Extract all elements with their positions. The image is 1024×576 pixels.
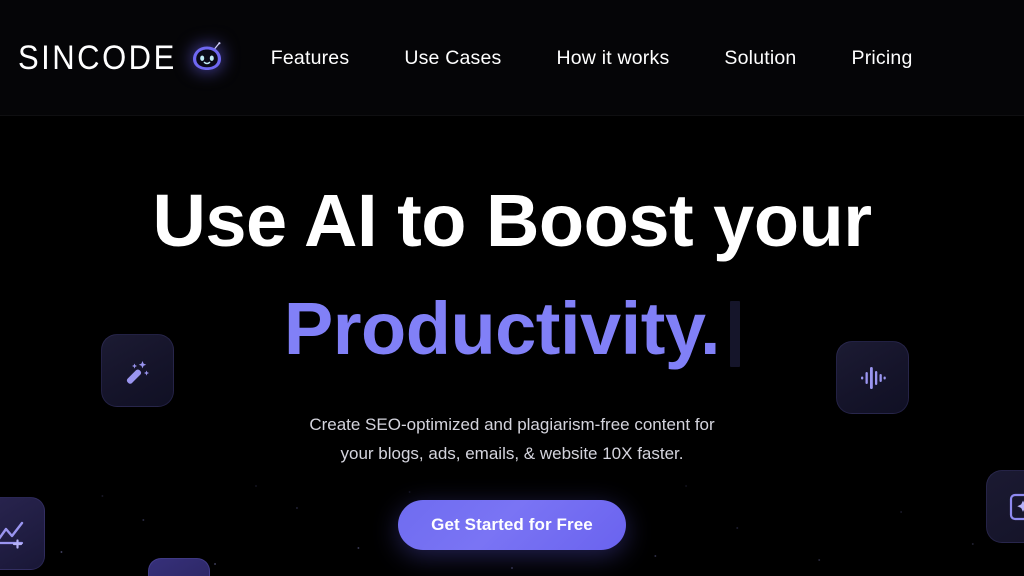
cta-container: Get Started for Free [0,500,1024,550]
nav-item-features[interactable]: Features [271,47,350,70]
image-sparkle-icon [1006,490,1024,524]
nav-item-use-cases[interactable]: Use Cases [404,47,501,70]
floating-card-image-generate[interactable] [986,470,1024,543]
logo-wordmark: SINCODE [18,37,177,78]
hero-subtitle-line2: your blogs, ads, emails, & website 10X f… [340,444,684,464]
main-navigation: Features Use Cases How it works Solution… [271,47,913,70]
landing-page: SINCODE Features Use Cases How it works … [0,0,1024,576]
hero-subtitle-line1: Create SEO-optimized and plagiarism-free… [309,415,715,434]
floating-card-audio-waveform[interactable] [836,341,909,414]
site-header: SINCODE Features Use Cases How it works … [0,0,1024,116]
typing-caret-icon [730,301,741,367]
magic-wand-icon [121,354,155,388]
hero-subtitle: Create SEO-optimized and plagiarism-free… [0,410,1024,468]
get-started-button[interactable]: Get Started for Free [398,500,626,550]
nav-item-pricing[interactable]: Pricing [851,47,912,70]
hero-headline-accent: Productivity. [283,287,721,370]
nav-item-how-it-works[interactable]: How it works [556,47,669,70]
audio-waveform-icon [856,361,890,395]
floating-card-magic-wand[interactable] [101,334,174,407]
chart-plus-icon [0,517,26,551]
nav-item-solution[interactable]: Solution [724,47,796,70]
hero-headline-line1: Use AI to Boost your [152,179,872,262]
brand-logo[interactable]: SINCODE [18,37,225,78]
robot-mascot-icon [189,40,225,76]
floating-card-chart-add[interactable] [0,497,45,570]
floating-card-bottom[interactable] [148,558,210,576]
